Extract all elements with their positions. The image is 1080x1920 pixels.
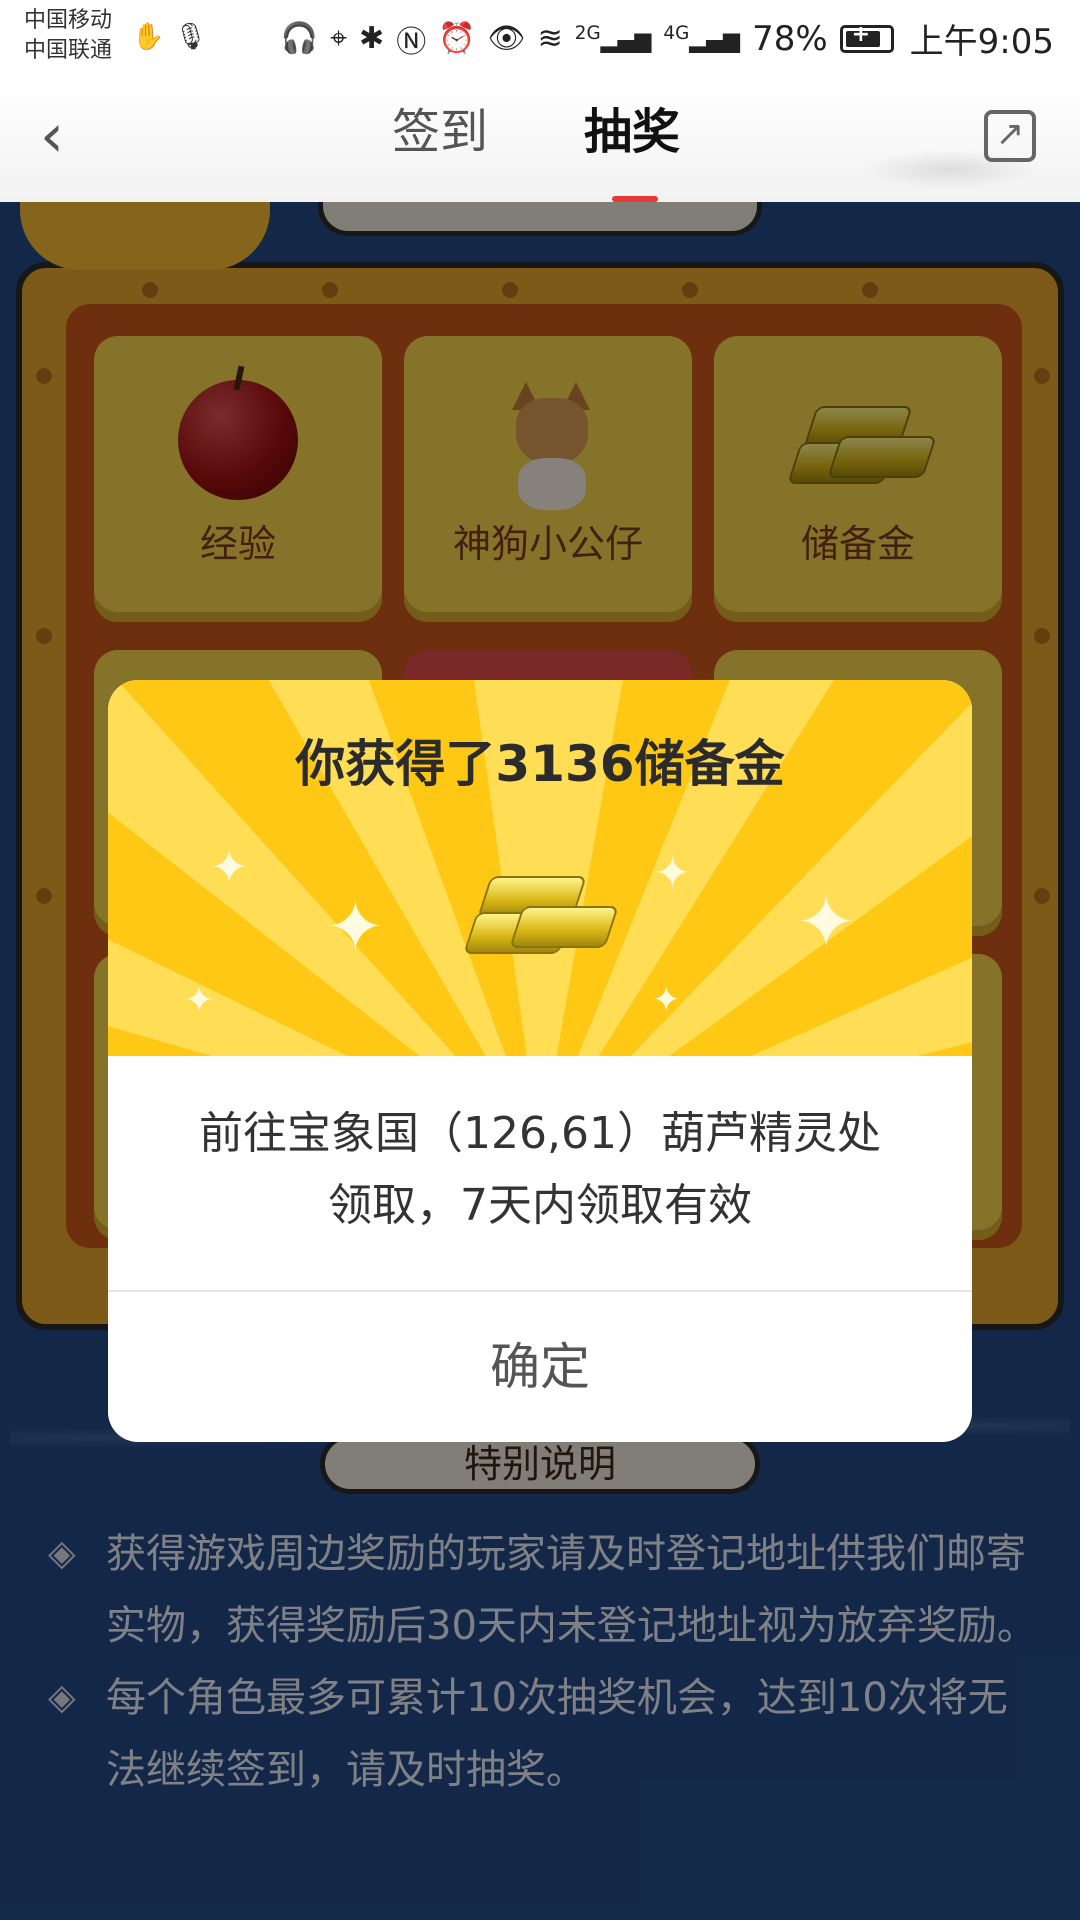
nfc-icon: Ⓝ bbox=[396, 24, 427, 60]
nav-header: ‹ 签到 抽奖 ↗ bbox=[0, 78, 1080, 202]
reward-message-line-2: 领取，7天内领取有效 bbox=[328, 1180, 752, 1231]
reward-dialog: 你获得了3136储备金 ✦ ✦ ✦ ✦ ✦ ✦ 前往宝象国（126,61）葫芦精… bbox=[108, 680, 972, 1442]
share-icon[interactable]: ↗ bbox=[984, 110, 1036, 162]
wifi-icon: ≋ bbox=[537, 21, 563, 56]
reward-title: 你获得了3136储备金 bbox=[295, 735, 785, 793]
eye-comfort-icon: 👁 bbox=[487, 21, 526, 56]
back-icon[interactable]: ‹ bbox=[40, 106, 64, 166]
headset-icon: 🎧 bbox=[280, 21, 319, 56]
sparkle-icon: ✦ bbox=[210, 840, 249, 894]
tab-lottery[interactable]: 抽奖 bbox=[584, 102, 680, 162]
sparkle-icon: ✦ bbox=[796, 880, 857, 964]
reward-message-line-1: 前往宝象国（126,61）葫芦精灵处 bbox=[199, 1108, 881, 1159]
bluetooth-icon: ✱ bbox=[359, 21, 385, 56]
location-icon: ⌖ bbox=[330, 21, 348, 56]
signal-2g-icon: 2G▂▄▆ bbox=[574, 23, 652, 54]
app-notification-icon: ✋ bbox=[132, 22, 165, 52]
clock: 上午9:05 bbox=[909, 22, 1054, 62]
alarm-icon: ⏰ bbox=[438, 21, 476, 56]
sparkle-icon: ✦ bbox=[184, 980, 215, 1021]
battery-icon: + bbox=[839, 22, 894, 53]
sparkle-icon: ✦ bbox=[652, 980, 681, 1020]
signal-4g-icon: 4G▂▄▆ bbox=[663, 23, 741, 54]
sparkle-icon: ✦ bbox=[654, 848, 691, 899]
carrier-info: 中国移动 中国联通 bbox=[24, 6, 112, 66]
tab-sign-in[interactable]: 签到 bbox=[392, 102, 488, 162]
reward-banner: 你获得了3136储备金 ✦ ✦ ✦ ✦ ✦ ✦ bbox=[108, 680, 972, 1056]
sparkle-icon: ✦ bbox=[326, 886, 385, 968]
active-tab-indicator bbox=[612, 196, 658, 202]
confirm-button[interactable]: 确定 bbox=[108, 1292, 972, 1442]
carrier-1: 中国移动 bbox=[24, 8, 113, 33]
battery-percent: 78% bbox=[752, 18, 828, 59]
carrier-2: 中国联通 bbox=[24, 38, 113, 63]
reward-message: 前往宝象国（126,61）葫芦精灵处 领取，7天内领取有效 bbox=[108, 1098, 972, 1242]
status-bar: 中国移动 中国联通 ✋ 🎙 🎧 ⌖ ✱ Ⓝ ⏰ 👁 ≋ 2G▂▄▆ 4G▂▄▆ … bbox=[0, 0, 1080, 78]
microphone-icon: 🎙 bbox=[174, 22, 208, 52]
